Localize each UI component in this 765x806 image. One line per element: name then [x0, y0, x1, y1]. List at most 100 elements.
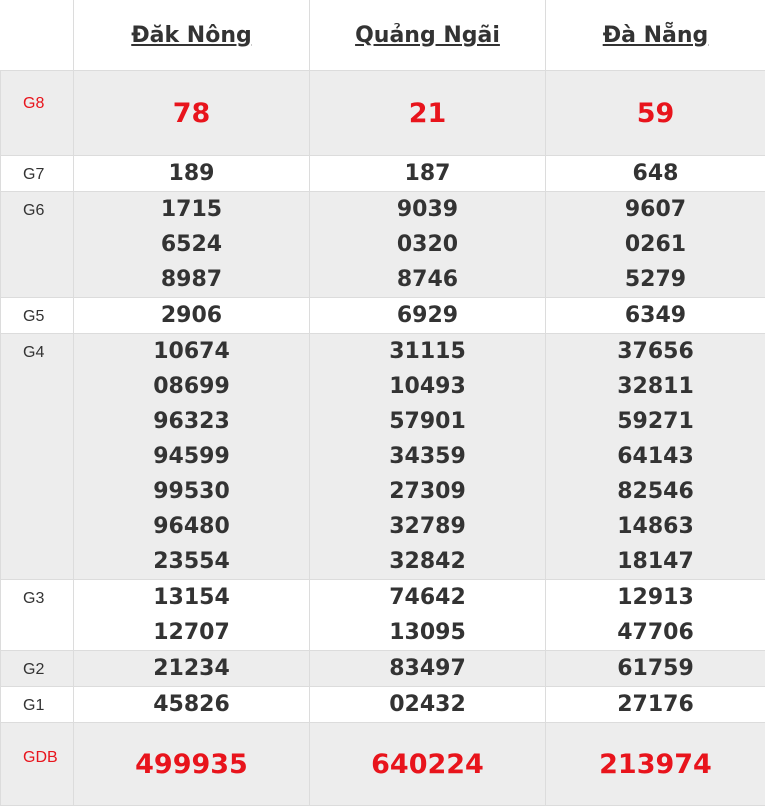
province-header-dak-nong[interactable]: Đăk Nông — [74, 0, 310, 71]
prize-cell: 648 — [546, 156, 765, 192]
prize-cell: 45826 — [74, 687, 310, 723]
prize-number: 6929 — [310, 298, 545, 333]
prize-number: 640224 — [310, 747, 545, 782]
prize-label: GDB — [1, 723, 74, 806]
prize-number: 12913 — [546, 580, 765, 615]
prize-cell: 21234 — [74, 651, 310, 687]
prize-number: 47706 — [546, 615, 765, 650]
prize-cell: 903903208746 — [310, 192, 546, 298]
prize-number: 34359 — [310, 439, 545, 474]
prize-row-g4: G410674086999632394599995309648023554311… — [1, 334, 765, 580]
prize-number: 21 — [310, 96, 545, 131]
prize-cell: 960702615279 — [546, 192, 765, 298]
prize-number: 08699 — [74, 369, 309, 404]
prize-row-g5: G5290669296349 — [1, 298, 765, 334]
prize-number: 21234 — [74, 651, 309, 686]
prize-number: 59 — [546, 96, 765, 131]
prize-cell: 78 — [74, 71, 310, 156]
prize-number: 78 — [74, 96, 309, 131]
header-row: Đăk Nông Quảng Ngãi Đà Nẵng — [1, 0, 765, 71]
prize-number: 10674 — [74, 334, 309, 369]
prize-cell: 59 — [546, 71, 765, 156]
prize-number: 9039 — [310, 192, 545, 227]
prize-number: 37656 — [546, 334, 765, 369]
prize-number: 82546 — [546, 474, 765, 509]
prize-row-g8: G8782159 — [1, 71, 765, 156]
prize-number: 57901 — [310, 404, 545, 439]
prize-number: 12707 — [74, 615, 309, 650]
lottery-results-table: Đăk Nông Quảng Ngãi Đà Nẵng G8782159G718… — [0, 0, 765, 806]
prize-number: 0261 — [546, 227, 765, 262]
prize-label: G8 — [1, 71, 74, 156]
prize-label: G2 — [1, 651, 74, 687]
prize-number: 648 — [546, 156, 765, 191]
prize-number: 499935 — [74, 747, 309, 782]
prize-cell: 6349 — [546, 298, 765, 334]
prize-label: G5 — [1, 298, 74, 334]
prize-number: 1715 — [74, 192, 309, 227]
prize-number: 83497 — [310, 651, 545, 686]
prize-number: 9607 — [546, 192, 765, 227]
prize-cell: 61759 — [546, 651, 765, 687]
prize-number: 8746 — [310, 262, 545, 297]
prize-label: G6 — [1, 192, 74, 298]
prize-number: 31115 — [310, 334, 545, 369]
prize-cell: 1315412707 — [74, 580, 310, 651]
results-body: Đăk Nông Quảng Ngãi Đà Nẵng G8782159G718… — [1, 0, 765, 806]
prize-cell: 83497 — [310, 651, 546, 687]
prize-cell: 31115104935790134359273093278932842 — [310, 334, 546, 580]
corner-cell — [1, 0, 74, 71]
prize-cell: 499935 — [74, 723, 310, 806]
prize-number: 02432 — [310, 687, 545, 722]
province-header-quang-ngai[interactable]: Quảng Ngãi — [310, 0, 546, 71]
prize-number: 96323 — [74, 404, 309, 439]
prize-number: 0320 — [310, 227, 545, 262]
prize-number: 8987 — [74, 262, 309, 297]
prize-cell: 7464213095 — [310, 580, 546, 651]
prize-label: G7 — [1, 156, 74, 192]
prize-number: 64143 — [546, 439, 765, 474]
prize-cell: 27176 — [546, 687, 765, 723]
prize-number: 6349 — [546, 298, 765, 333]
prize-number: 2906 — [74, 298, 309, 333]
prize-number: 94599 — [74, 439, 309, 474]
prize-number: 189 — [74, 156, 309, 191]
prize-number: 6524 — [74, 227, 309, 262]
prize-number: 74642 — [310, 580, 545, 615]
prize-number: 13154 — [74, 580, 309, 615]
prize-cell: 1291347706 — [546, 580, 765, 651]
prize-cell: 187 — [310, 156, 546, 192]
prize-number: 32789 — [310, 509, 545, 544]
province-header-da-nang[interactable]: Đà Nẵng — [546, 0, 765, 71]
prize-cell: 10674086999632394599995309648023554 — [74, 334, 310, 580]
prize-cell: 37656328115927164143825461486318147 — [546, 334, 765, 580]
prize-cell: 171565248987 — [74, 192, 310, 298]
prize-number: 32842 — [310, 544, 545, 579]
prize-cell: 213974 — [546, 723, 765, 806]
prize-cell: 6929 — [310, 298, 546, 334]
prize-number: 61759 — [546, 651, 765, 686]
prize-row-g3: G3131541270774642130951291347706 — [1, 580, 765, 651]
prize-number: 213974 — [546, 747, 765, 782]
prize-number: 27309 — [310, 474, 545, 509]
prize-number: 5279 — [546, 262, 765, 297]
prize-label: G4 — [1, 334, 74, 580]
prize-number: 27176 — [546, 687, 765, 722]
prize-number: 96480 — [74, 509, 309, 544]
prize-number: 187 — [310, 156, 545, 191]
prize-cell: 640224 — [310, 723, 546, 806]
prize-number: 99530 — [74, 474, 309, 509]
prize-row-g6: G6171565248987903903208746960702615279 — [1, 192, 765, 298]
prize-number: 18147 — [546, 544, 765, 579]
prize-row-g1: G1458260243227176 — [1, 687, 765, 723]
prize-number: 13095 — [310, 615, 545, 650]
prize-cell: 189 — [74, 156, 310, 192]
prize-row-g7: G7189187648 — [1, 156, 765, 192]
prize-row-gdb: GDB499935640224213974 — [1, 723, 765, 806]
prize-label: G3 — [1, 580, 74, 651]
prize-number: 23554 — [74, 544, 309, 579]
prize-cell: 2906 — [74, 298, 310, 334]
prize-number: 14863 — [546, 509, 765, 544]
prize-number: 32811 — [546, 369, 765, 404]
prize-number: 59271 — [546, 404, 765, 439]
